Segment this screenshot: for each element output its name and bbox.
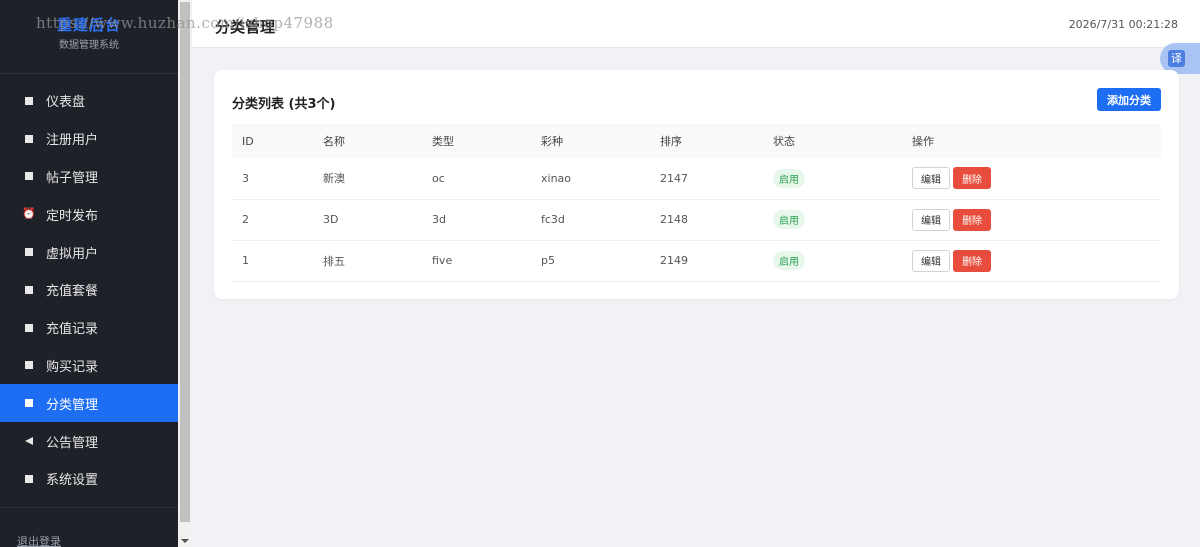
sidebar-item-label: 分类管理 <box>46 397 99 413</box>
logout-link[interactable]: 退出登录 <box>17 533 61 547</box>
cell-lottery: p5 <box>541 254 555 267</box>
table-row: 1 排五 five p5 2149 启用 编辑 删除 <box>232 240 1161 281</box>
square-icon <box>24 360 34 370</box>
cell-id: 3 <box>242 171 249 185</box>
sidebar-item-label: 注册用户 <box>46 133 99 149</box>
column-header-actions: 操作 <box>912 135 934 148</box>
scrollbar-thumb[interactable] <box>180 2 190 522</box>
megaphone-icon <box>24 436 34 446</box>
sidebar-scrollbar[interactable] <box>178 0 192 547</box>
cell-status: 启用 <box>763 240 902 281</box>
column-header-id: ID <box>242 134 254 148</box>
edit-button[interactable]: 编辑 <box>912 167 950 190</box>
sidebar-item-label: 购买记录 <box>46 359 99 375</box>
cell-sort: 2148 <box>660 213 688 226</box>
cell-name: 排五 <box>323 254 345 268</box>
delete-button[interactable]: 删除 <box>953 249 991 272</box>
column-header-sort: 排序 <box>660 135 682 148</box>
sidebar-item-label: 帖子管理 <box>46 170 99 186</box>
sidebar-item-label: 定时发布 <box>46 208 99 224</box>
cell-actions: 编辑 删除 <box>902 158 1161 199</box>
sidebar-item-registered-users[interactable]: 注册用户 <box>0 120 178 158</box>
alarm-clock-icon: ⏰ <box>22 207 36 221</box>
sidebar-item-virtual-users[interactable]: 虚拟用户 <box>0 233 178 271</box>
column-header-lottery: 彩种 <box>541 135 563 148</box>
scroll-down-arrow-icon[interactable] <box>181 539 189 543</box>
cell-type: five <box>432 254 453 267</box>
square-icon <box>24 474 34 484</box>
category-table: ID 名称 类型 彩种 排序 状态 操作 3 新澳 oc xinao 2147 … <box>232 124 1161 282</box>
page-title: 分类管理 <box>215 18 276 36</box>
sidebar-item-categories[interactable]: 分类管理 <box>0 384 178 423</box>
status-badge: 启用 <box>773 251 805 270</box>
status-badge: 启用 <box>773 168 805 188</box>
cell-name: 3D <box>323 213 339 226</box>
card-title: 分类列表 (共3个) <box>232 97 336 112</box>
square-icon <box>24 96 34 106</box>
square-icon <box>24 285 34 295</box>
sidebar-item-dashboard[interactable]: 仪表盘 <box>0 82 178 120</box>
cell-id: 1 <box>242 254 249 267</box>
cell-sort: 2147 <box>660 171 688 185</box>
sidebar-item-label: 公告管理 <box>46 435 99 451</box>
sidebar-item-scheduled-publish[interactable]: ⏰ 定时发布 <box>0 195 178 233</box>
header-datetime: 2026/7/31 00:21:28 <box>1068 18 1178 31</box>
cell-status: 启用 <box>763 158 902 199</box>
sidebar-item-label: 系统设置 <box>46 473 99 489</box>
cell-sort: 2149 <box>660 254 688 267</box>
square-icon <box>24 134 34 144</box>
delete-button[interactable]: 删除 <box>953 208 991 231</box>
table-row: 2 3D 3d fc3d 2148 启用 编辑 删除 <box>232 199 1161 240</box>
sidebar-item-label: 充值套餐 <box>46 284 99 300</box>
square-icon <box>24 247 34 257</box>
translate-icon: 译 <box>1168 50 1185 67</box>
sidebar-item-purchase-records[interactable]: 购买记录 <box>0 347 178 385</box>
sidebar-divider <box>0 507 178 508</box>
cell-lottery: xinao <box>541 171 572 185</box>
table-header-row: ID 名称 类型 彩种 排序 状态 操作 <box>232 124 1161 158</box>
brand: 重建后台 数据管理系统 <box>0 0 178 74</box>
table-row: 3 新澳 oc xinao 2147 启用 编辑 删除 <box>232 158 1161 199</box>
cell-actions: 编辑 删除 <box>902 199 1161 240</box>
cell-lottery: fc3d <box>541 213 565 226</box>
sidebar-item-recharge-records[interactable]: 充值记录 <box>0 309 178 347</box>
sidebar-item-recharge-packages[interactable]: 充值套餐 <box>0 271 178 309</box>
delete-button[interactable]: 删除 <box>953 167 991 190</box>
sidebar-menu: 仪表盘 注册用户 帖子管理 ⏰ 定时发布 虚拟用户 充值套餐 充值记录 购买记录 <box>0 82 178 498</box>
cell-actions: 编辑 删除 <box>902 240 1161 281</box>
add-category-button[interactable]: 添加分类 <box>1097 88 1161 111</box>
sidebar-item-posts[interactable]: 帖子管理 <box>0 158 178 196</box>
cell-status: 启用 <box>763 199 902 240</box>
cell-type: oc <box>432 171 445 185</box>
cell-name: 新澳 <box>323 172 345 186</box>
sidebar-item-settings[interactable]: 系统设置 <box>0 460 178 498</box>
square-icon <box>24 171 34 181</box>
column-header-type: 类型 <box>432 135 454 148</box>
category-list-card: 分类列表 (共3个) 添加分类 ID 名称 类型 彩种 排序 状态 操作 3 新… <box>214 70 1179 299</box>
header: 分类管理 2026/7/31 00:21:28 <box>192 0 1200 48</box>
column-header-status: 状态 <box>773 135 795 148</box>
brand-subtitle: 数据管理系统 <box>59 40 119 51</box>
column-header-name: 名称 <box>323 135 345 148</box>
edit-button[interactable]: 编辑 <box>912 208 950 231</box>
edit-button[interactable]: 编辑 <box>912 249 950 272</box>
sidebar-item-label: 虚拟用户 <box>46 246 99 262</box>
status-badge: 启用 <box>773 210 805 229</box>
brand-title: 重建后台 <box>56 16 121 34</box>
sidebar-item-label: 仪表盘 <box>46 95 86 111</box>
sidebar: 重建后台 数据管理系统 仪表盘 注册用户 帖子管理 ⏰ 定时发布 虚拟用户 充值… <box>0 0 178 547</box>
cell-type: 3d <box>432 213 446 226</box>
cell-id: 2 <box>242 213 249 226</box>
square-icon <box>24 398 34 408</box>
square-icon <box>24 323 34 333</box>
sidebar-item-announcements[interactable]: 公告管理 <box>0 422 178 460</box>
sidebar-item-label: 充值记录 <box>46 322 99 338</box>
